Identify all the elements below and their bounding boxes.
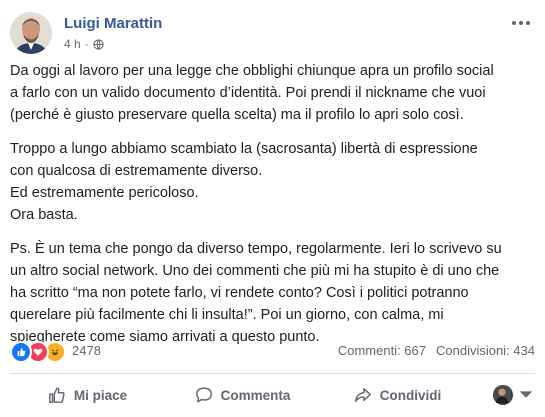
- post-as-selector[interactable]: [475, 379, 535, 411]
- post-header: Luigi Marattin 4 h ·: [10, 10, 535, 60]
- text-line: ha scritto “ma non potete farlo, vi rend…: [10, 285, 469, 301]
- author-name[interactable]: Luigi Marattin: [64, 15, 162, 32]
- more-options-button[interactable]: [509, 14, 533, 32]
- share-button-label: Condividi: [379, 387, 442, 403]
- text-line: Ed estremamente pericoloso.: [10, 185, 199, 201]
- post-meta: 4 h ·: [64, 37, 104, 51]
- text-line: Troppo a lungo abbiamo scambiato la (sac…: [10, 141, 478, 157]
- chevron-down-icon: [519, 391, 533, 398]
- like-button[interactable]: Mi piace: [10, 379, 165, 411]
- text-line: con qualcosa di estremamente diverso.: [10, 163, 263, 179]
- post-paragraph: Troppo a lungo abbiamo scambiato la (sac…: [10, 138, 535, 226]
- reaction-count[interactable]: 2478: [72, 343, 101, 358]
- author-avatar[interactable]: [10, 12, 52, 54]
- globe-icon: [93, 38, 104, 50]
- share-button[interactable]: Condividi: [320, 379, 475, 411]
- reaction-icons[interactable]: [10, 341, 66, 363]
- facebook-post: Luigi Marattin 4 h · Da oggi al lavoro p…: [0, 0, 545, 417]
- post-stats: Commenti: 667 Condivisioni: 434: [338, 343, 535, 358]
- dot-icon: [526, 21, 530, 25]
- text-line: (perché è giusto preservare quella scelt…: [10, 107, 464, 123]
- post-time[interactable]: 4 h: [64, 37, 81, 51]
- user-avatar: [493, 385, 513, 405]
- shares-count-link[interactable]: Condivisioni: 434: [436, 343, 535, 358]
- text-line: Ora basta.: [10, 207, 78, 223]
- post-paragraph: Da oggi al lavoro per una legge che obbl…: [10, 60, 535, 126]
- reactions-bar: 2478 Commenti: 667 Condivisioni: 434: [10, 341, 535, 363]
- thumbs-up-icon: [48, 387, 65, 403]
- post-paragraph: Ps. È un tema che pongo da diverso tempo…: [10, 238, 535, 348]
- dot-icon: [519, 21, 523, 25]
- text-line: querelare più facilmente chi li insulta!…: [10, 307, 444, 323]
- text-line: Ps. È un tema che pongo da diverso tempo…: [10, 241, 502, 257]
- meta-separator: ·: [84, 37, 89, 51]
- comment-icon: [195, 387, 212, 403]
- divider: [10, 373, 535, 374]
- post-text: Da oggi al lavoro per una legge che obbl…: [10, 60, 535, 348]
- dot-icon: [512, 21, 516, 25]
- avatar-photo-icon: [10, 12, 52, 54]
- text-line: un altro social network. Uno dei comment…: [10, 263, 500, 279]
- comment-button[interactable]: Commenta: [165, 379, 320, 411]
- comment-button-label: Commenta: [220, 387, 291, 403]
- comments-count-link[interactable]: Commenti: 667: [338, 343, 426, 358]
- text-line: Da oggi al lavoro per una legge che obbl…: [10, 63, 494, 79]
- action-bar: Mi piace Commenta Condividi: [10, 378, 535, 412]
- like-button-label: Mi piace: [73, 387, 128, 403]
- text-line: a farlo con un valido documento d’identi…: [10, 85, 486, 101]
- like-reaction-icon: [10, 341, 32, 363]
- share-arrow-icon: [354, 387, 371, 403]
